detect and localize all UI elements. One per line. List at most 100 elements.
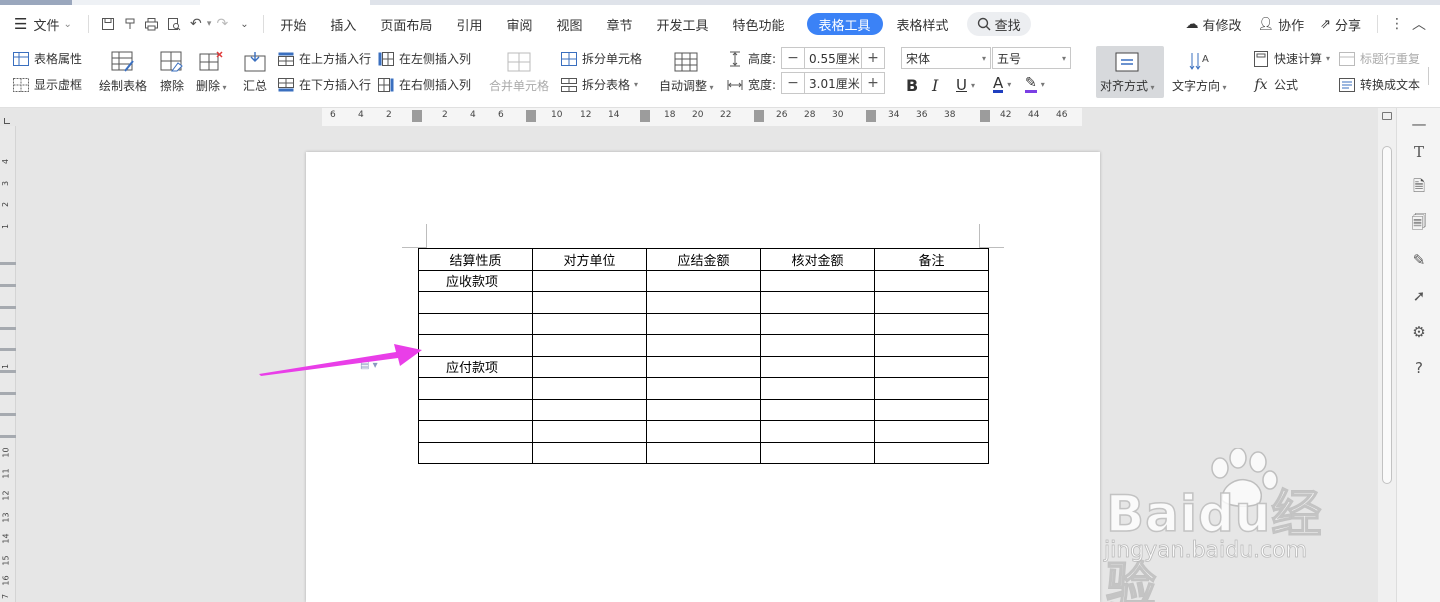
table-cell[interactable]	[532, 398, 647, 421]
table-cell[interactable]	[418, 398, 533, 421]
height-spinner[interactable]: − 0.55厘米 +	[781, 47, 885, 69]
table-header-cell[interactable]: 备注	[874, 248, 989, 271]
document-table[interactable]: 结算性质 对方单位 应结金额 核对金额 备注 应收款项 应付款项	[418, 248, 989, 464]
table-cell[interactable]	[874, 269, 989, 292]
undo-icon[interactable]: ↶	[185, 13, 207, 35]
width-spinner[interactable]: − 3.01厘米 +	[781, 72, 885, 94]
scrollbar-thumb[interactable]	[1382, 146, 1392, 484]
italic-icon[interactable]: I	[932, 76, 938, 95]
table-cell[interactable]	[760, 377, 875, 400]
print-preview-icon[interactable]	[163, 13, 185, 35]
insert-above-button[interactable]: 在上方插入行	[277, 50, 371, 67]
tab-developer[interactable]: 开发工具	[649, 11, 717, 37]
table-cell[interactable]	[532, 355, 647, 378]
table-cell[interactable]	[760, 334, 875, 357]
table-cell[interactable]	[646, 291, 761, 314]
share-button[interactable]: ⇗ 分享	[1312, 11, 1369, 37]
ruler-margin-marker[interactable]	[980, 110, 990, 122]
document-assist-icon[interactable]: 🗎︎	[1409, 177, 1429, 198]
table-cell[interactable]	[760, 291, 875, 314]
search-button[interactable]: 查找	[966, 12, 1031, 36]
quick-calc-button[interactable]: 快速计算 ▾	[1252, 50, 1330, 67]
insert-right-button[interactable]: 在右侧插入列	[377, 76, 471, 93]
text-style-icon[interactable]: T	[1409, 142, 1429, 162]
table-cell[interactable]	[874, 291, 989, 314]
plus-icon[interactable]: +	[862, 48, 884, 68]
help-icon[interactable]: ?	[1409, 358, 1429, 378]
table-cell[interactable]	[760, 312, 875, 335]
table-cell[interactable]	[532, 312, 647, 335]
vertical-scrollbar[interactable]	[1378, 108, 1396, 602]
tab-insert[interactable]: 插入	[322, 11, 364, 37]
pen-icon[interactable]: ✎	[1409, 250, 1429, 270]
summary-button[interactable]: 汇总	[241, 49, 269, 94]
table-cell[interactable]	[418, 441, 533, 464]
table-cell[interactable]	[646, 334, 761, 357]
table-cell[interactable]	[874, 398, 989, 421]
table-cell[interactable]	[646, 420, 761, 443]
tab-review[interactable]: 审阅	[498, 11, 540, 37]
table-cell[interactable]	[646, 312, 761, 335]
document-check-icon[interactable]: 🗐︎	[1409, 213, 1429, 234]
text-direction-button[interactable]: A 文字方向 ▾	[1172, 49, 1227, 94]
table-cell[interactable]	[874, 377, 989, 400]
tab-features[interactable]: 特色功能	[725, 11, 793, 37]
insert-below-button[interactable]: 在下方插入行	[277, 76, 371, 93]
formula-button[interactable]: fx 公式	[1252, 76, 1298, 93]
table-cell[interactable]	[532, 334, 647, 357]
collapse-ribbon-icon[interactable]: ︿	[1408, 13, 1430, 35]
table-cell[interactable]	[760, 441, 875, 464]
split-cells-button[interactable]: 拆分单元格	[560, 50, 642, 67]
table-cell[interactable]	[760, 269, 875, 292]
minus-icon[interactable]: −	[782, 73, 804, 93]
ruler-column-marker[interactable]	[754, 110, 764, 122]
tab-page-layout[interactable]: 页面布局	[372, 11, 440, 37]
show-gridlines-button[interactable]: 显示虚框	[12, 76, 82, 93]
table-cell[interactable]	[532, 291, 647, 314]
height-value[interactable]: 0.55厘米	[804, 48, 862, 68]
insert-left-button[interactable]: 在左侧插入列	[377, 50, 471, 67]
table-cell[interactable]	[760, 420, 875, 443]
table-cell[interactable]	[874, 312, 989, 335]
table-cell[interactable]	[874, 355, 989, 378]
table-cell[interactable]	[646, 398, 761, 421]
table-header-cell[interactable]: 应结金额	[646, 248, 761, 271]
tab-view[interactable]: 视图	[548, 11, 590, 37]
ruler-column-marker[interactable]	[526, 110, 536, 122]
font-name-select[interactable]: 宋体 ▾	[901, 47, 991, 69]
delete-button[interactable]: 删除 ▾	[196, 49, 227, 94]
table-cell[interactable]	[646, 441, 761, 464]
draw-table-button[interactable]: 绘制表格	[99, 49, 147, 94]
table-props-button[interactable]: 表格属性	[12, 50, 82, 67]
table-cell[interactable]	[874, 420, 989, 443]
align-button[interactable]: 对齐方式 ▾	[1100, 49, 1155, 94]
tab-references[interactable]: 引用	[448, 11, 490, 37]
to-text-button[interactable]: 转换成文本	[1338, 76, 1420, 93]
table-cell[interactable]	[532, 377, 647, 400]
redo-icon[interactable]: ↷	[211, 13, 233, 35]
tab-table-style[interactable]: 表格样式	[889, 11, 957, 37]
minus-icon[interactable]: −	[782, 48, 804, 68]
table-header-cell[interactable]: 对方单位	[532, 248, 647, 271]
split-table-button[interactable]: 拆分表格 ▾	[560, 76, 638, 93]
collab-button[interactable]: 👤︎ 协作	[1250, 11, 1313, 37]
font-size-select[interactable]: 五号 ▾	[992, 47, 1071, 69]
table-cell[interactable]	[646, 377, 761, 400]
table-cell[interactable]	[532, 269, 647, 292]
file-menu[interactable]: ☰ 文件 ⌄	[0, 11, 80, 37]
table-cell[interactable]	[646, 355, 761, 378]
save-icon[interactable]	[97, 13, 119, 35]
font-color-icon[interactable]: A ▾	[993, 76, 1011, 93]
width-value[interactable]: 3.01厘米	[804, 73, 862, 93]
table-header-cell[interactable]: 结算性质	[418, 248, 533, 271]
format-painter-icon[interactable]	[119, 13, 141, 35]
table-cell[interactable]	[874, 441, 989, 464]
table-cell[interactable]	[532, 420, 647, 443]
ruler-margin-marker[interactable]	[412, 110, 422, 122]
table-cell[interactable]	[532, 441, 647, 464]
select-cursor-icon[interactable]: ➚	[1409, 286, 1429, 306]
settings-sliders-icon[interactable]: ⚙	[1409, 322, 1429, 342]
table-cell[interactable]: 应收款项	[418, 269, 533, 292]
table-cell[interactable]	[418, 420, 533, 443]
plus-icon[interactable]: +	[862, 73, 884, 93]
